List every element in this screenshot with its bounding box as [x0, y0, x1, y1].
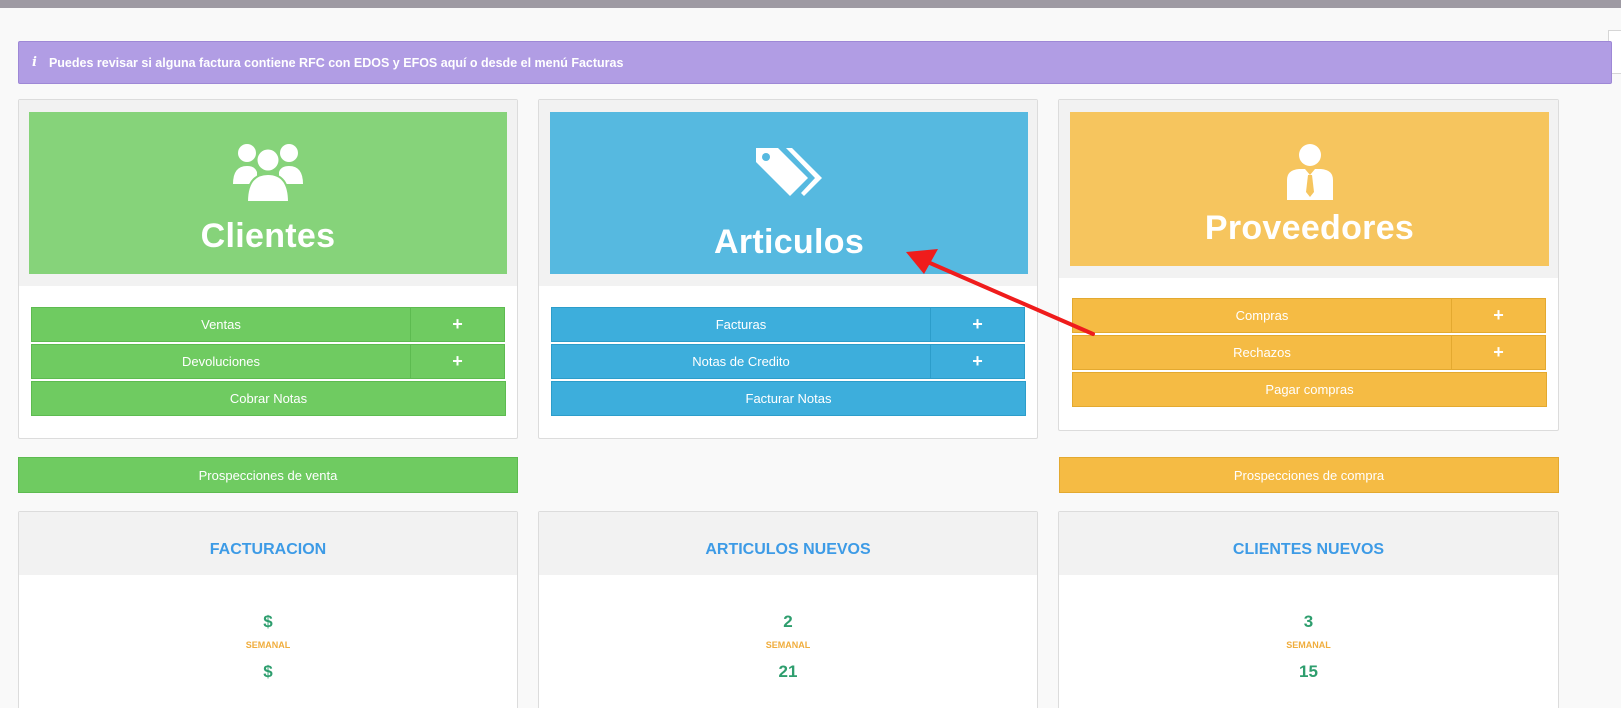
- annotation-arrow: [906, 249, 1095, 336]
